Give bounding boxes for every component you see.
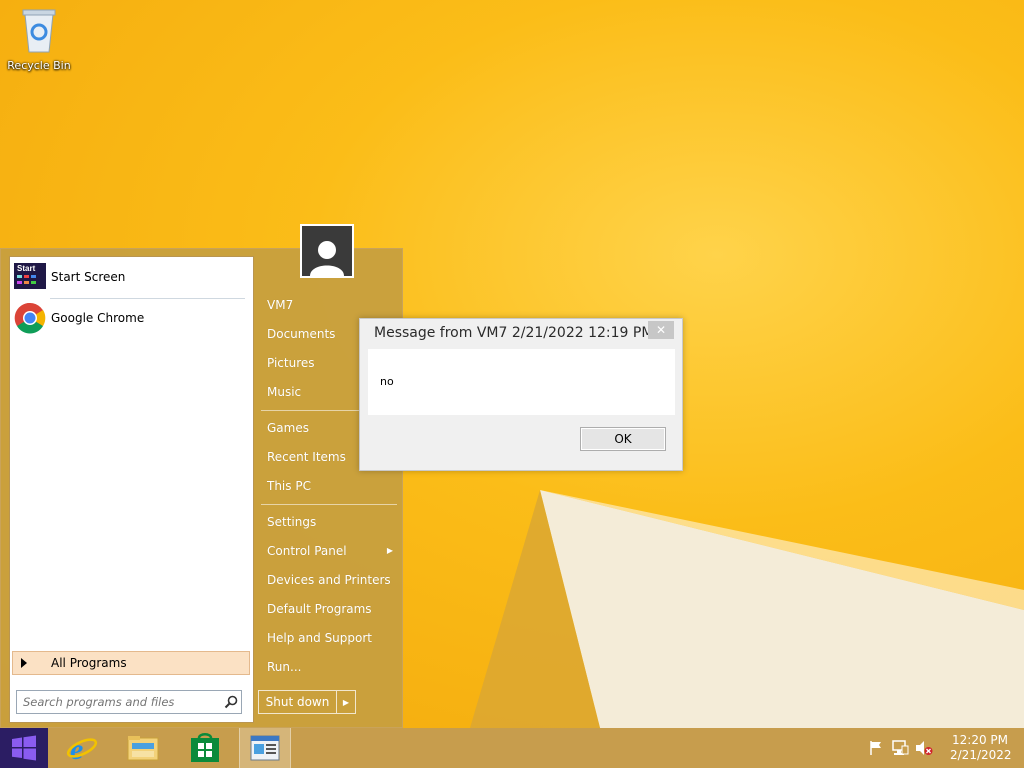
separator (261, 504, 397, 505)
volume-muted-icon[interactable] (914, 738, 934, 758)
recycle-bin-icon (22, 9, 56, 53)
network-icon[interactable] (890, 738, 910, 758)
pinned-label: Start Screen (51, 270, 126, 284)
submenu-arrow-icon: ▶ (386, 546, 393, 555)
recycle-bin[interactable]: Recycle Bin (6, 6, 72, 72)
recycle-bin-label: Recycle Bin (7, 59, 71, 72)
dialog-message: no (380, 375, 394, 388)
pinned-start-screen[interactable]: Start Start Screen (14, 260, 248, 294)
taskbar-app-file-explorer[interactable] (118, 728, 168, 768)
menu-item-this-pc[interactable]: This PC (267, 476, 397, 496)
folder-icon (127, 736, 159, 761)
expand-arrow-icon (21, 658, 27, 668)
ie-icon: e (66, 733, 98, 764)
chrome-icon (14, 302, 46, 334)
menu-item-label: Control Panel (267, 544, 347, 558)
taskbar-app-internet-explorer[interactable]: e (57, 728, 107, 768)
ok-button[interactable]: OK (580, 427, 666, 451)
flag-icon[interactable] (866, 738, 886, 758)
start-screen-icon-text: Start (17, 264, 36, 273)
menu-item-settings[interactable]: Settings (267, 512, 397, 532)
taskbar-app-store[interactable] (180, 728, 230, 768)
system-tray: 12:20 PM 2/21/2022 (866, 728, 1024, 768)
message-dialog: Message from VM7 2/21/2022 12:19 PM ✕ no… (359, 318, 683, 471)
shutdown-button[interactable]: Shut down (259, 691, 337, 713)
pinned-label: Google Chrome (51, 311, 145, 325)
search-box[interactable] (16, 690, 242, 714)
start-menu-left-pane: Start Start Screen Google Chrome All Pro… (9, 256, 254, 723)
all-programs-button[interactable]: All Programs (12, 651, 250, 675)
menu-item-user[interactable]: VM7 (267, 295, 397, 315)
dialog-title: Message from VM7 2/21/2022 12:19 PM (374, 325, 654, 341)
separator (50, 298, 245, 299)
clock-date: 2/21/2022 (950, 748, 1012, 762)
start-menu: Start Start Screen Google Chrome All Pro… (0, 248, 403, 728)
user-avatar[interactable] (300, 224, 354, 278)
user-icon (302, 226, 352, 276)
menu-item-control-panel[interactable]: Control Panel ▶ (267, 541, 397, 561)
windows-logo-icon (12, 735, 36, 761)
shutdown-button-group: Shut down ▶ (258, 690, 356, 714)
close-icon[interactable]: ✕ (648, 321, 674, 339)
taskbar-app-message-window[interactable] (239, 728, 291, 768)
menu-item-help-and-support[interactable]: Help and Support (267, 628, 397, 648)
shutdown-options-arrow-icon[interactable]: ▶ (337, 691, 355, 713)
search-input[interactable] (17, 694, 221, 710)
taskbar-clock[interactable]: 12:20 PM 2/21/2022 (950, 733, 1012, 763)
start-button[interactable] (0, 728, 48, 768)
dialog-titlebar[interactable]: Message from VM7 2/21/2022 12:19 PM ✕ (360, 319, 682, 347)
search-icon[interactable] (221, 692, 241, 712)
all-programs-label: All Programs (51, 656, 127, 670)
clock-time: 12:20 PM (952, 733, 1008, 747)
dialog-body: no (368, 349, 675, 415)
message-app-icon (250, 735, 280, 761)
menu-item-default-programs[interactable]: Default Programs (267, 599, 397, 619)
taskbar: e 12:20 PM 2/21/2022 (0, 728, 1024, 768)
store-icon (191, 733, 219, 762)
menu-item-devices-and-printers[interactable]: Devices and Printers (267, 570, 397, 590)
start-screen-icon: Start (14, 261, 46, 293)
menu-item-run[interactable]: Run... (267, 657, 397, 677)
pinned-google-chrome[interactable]: Google Chrome (14, 301, 248, 335)
